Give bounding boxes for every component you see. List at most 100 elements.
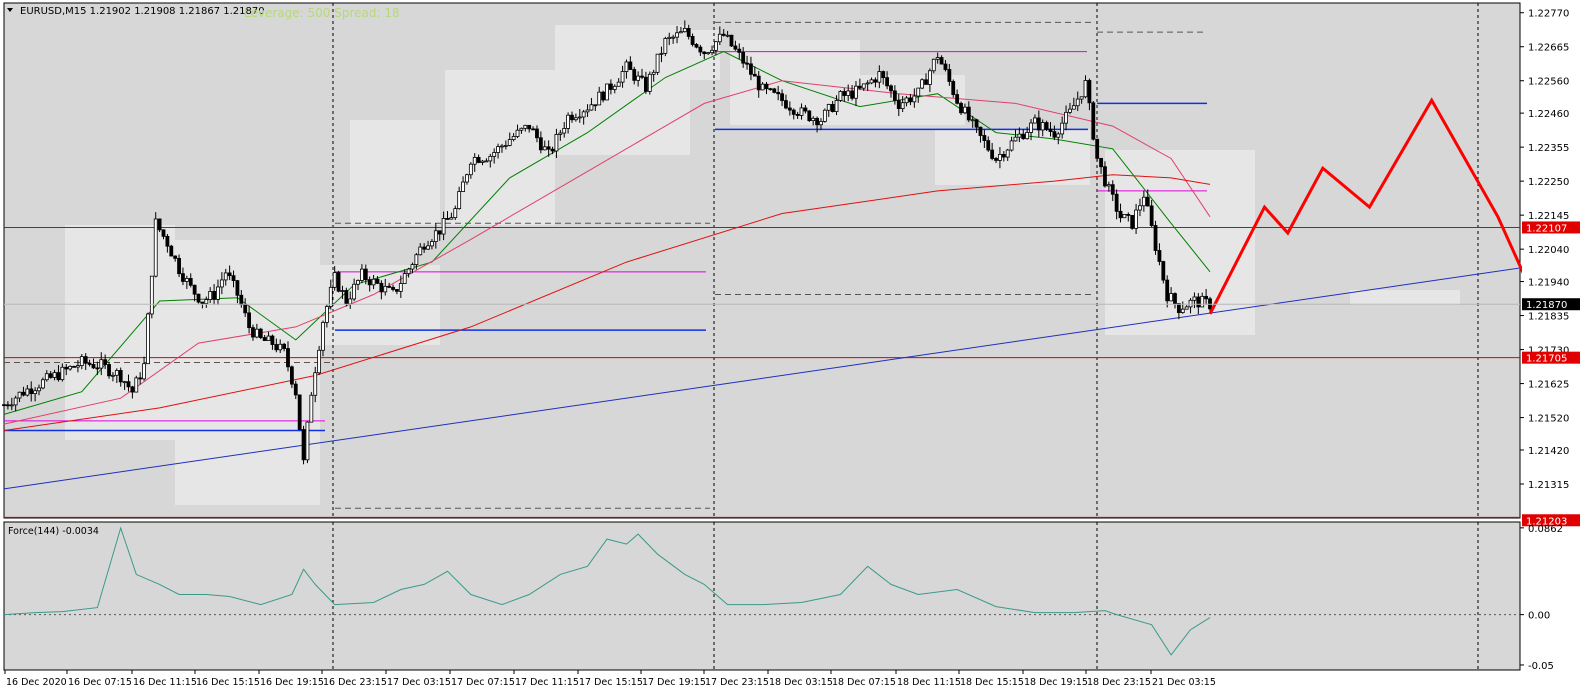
candle-body [776,91,781,95]
candle-body [142,363,146,380]
leverage-spread-label: Leverage: 500 Spread: 18 [244,6,400,20]
candle [107,361,111,379]
candle-body [597,91,602,106]
candle-body [1173,293,1177,304]
candle-body [340,290,345,292]
candle [1153,220,1158,255]
x-tick-label: 16 Dec 23:15 [323,677,387,688]
candle-body [1114,193,1119,212]
candle-body [1192,296,1197,301]
candle-body [749,63,753,75]
candle-body [72,365,76,368]
candle-body [714,41,718,51]
candle-body [1204,295,1209,300]
candle-body [640,75,644,78]
candle-body [651,71,656,75]
candle-body [982,135,987,141]
candle-body [1048,128,1053,132]
candle-body [262,337,267,341]
candle [157,218,162,233]
candle [169,244,174,257]
candle-body [227,272,232,277]
candle-body [535,128,539,139]
candle-body [126,381,131,388]
candle-body [488,155,493,162]
candle-body [1091,102,1096,140]
candle-body [998,154,1002,161]
candle-body [791,109,796,115]
candle-body [554,134,559,152]
x-tick-label: 16 Dec 2020 [6,677,67,688]
candle-body [503,145,508,147]
candle-body [239,294,244,305]
candle-body [449,217,454,220]
candle-body [177,257,181,275]
candle-body [1184,306,1189,310]
candle-body [566,114,570,129]
candle-body [375,278,380,284]
candle-body [896,99,901,110]
candle-body [1075,98,1080,107]
candle-body [216,286,220,300]
candle-body [476,157,481,163]
candle-body [593,104,598,107]
y-tick-label: 1.22560 [1528,77,1569,88]
candle [822,108,827,123]
candle-body [1036,117,1041,131]
candle-body [581,111,586,118]
candle-body [289,366,294,385]
candle-body [904,97,909,104]
candle-body [745,62,749,65]
candle-body [484,160,489,163]
candle-body [1040,122,1045,131]
candle-body [811,117,816,121]
candle-body [682,28,687,33]
candle [959,101,963,115]
candle-body [1068,108,1072,113]
candle-body [317,349,322,374]
candle-body [752,73,757,77]
candle-body [301,429,306,461]
candle-body [433,230,438,242]
candle-body [468,163,473,176]
candle-body [966,106,971,121]
candle-body [624,61,629,72]
x-tick-label: 16 Dec 15:15 [196,677,260,688]
candle-body [305,421,310,461]
candle-body [149,275,154,315]
candle-body [542,146,547,151]
candle-body [741,51,746,64]
force-indicator-label: Force(144) -0.0034 [8,526,99,537]
x-tick-label: 16 Dec 07:15 [68,677,132,688]
candle-body [44,373,49,381]
candle-body [258,328,263,338]
candle [951,79,956,98]
candle-body [422,246,427,250]
x-tick-label: 16 Dec 11:15 [133,677,197,688]
candle-body [850,90,854,99]
candle-body [352,283,357,300]
candle-body [492,152,497,157]
candle-body [60,366,65,381]
candle-body [266,335,271,341]
candle-body [729,34,734,47]
candle-body [558,132,563,135]
candle-body [760,83,765,91]
candle-body [1149,205,1154,226]
x-tick-label: 18 Dec 19:15 [1024,677,1088,688]
candle-body [632,69,637,81]
candle-body [1103,166,1107,187]
candle-body [99,359,104,369]
candle-body [1060,122,1065,135]
candle-body [1153,225,1158,251]
candle [729,34,734,47]
candle-body [360,268,364,281]
candle-body [1087,80,1092,104]
candle-body [52,372,57,378]
candle [149,275,154,319]
candle-body [963,106,967,114]
candle-body [644,76,648,92]
price-tag-label: 1.21870 [1526,300,1567,311]
x-tick-label: 18 Dec 03:15 [769,677,833,688]
candle-body [95,367,100,370]
